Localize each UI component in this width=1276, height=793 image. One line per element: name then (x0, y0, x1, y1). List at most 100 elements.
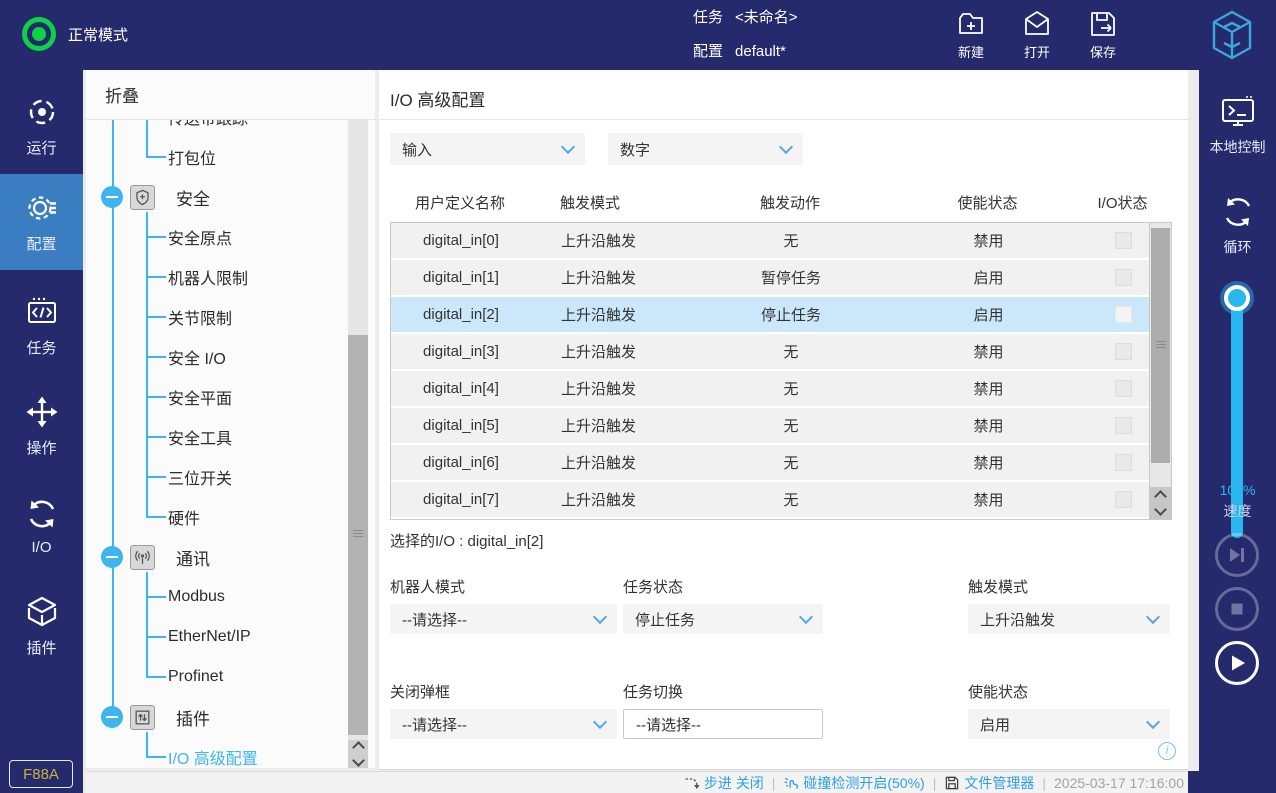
table-scrollbar-thumb[interactable] (1151, 228, 1170, 463)
enable-state-select[interactable]: 启用 (968, 709, 1170, 739)
tree-item[interactable]: 安全 I/O (86, 337, 341, 377)
config-gear-icon (24, 190, 60, 226)
tree-group-item[interactable]: 插件 (86, 697, 341, 737)
collapse-minus-icon[interactable] (101, 706, 123, 728)
speed-slider-handle[interactable] (1224, 285, 1250, 311)
panel-gap (1188, 70, 1199, 771)
table-row[interactable]: digital_in[6]上升沿触发无禁用 (391, 445, 1151, 482)
tree-group-item[interactable]: 安全 (86, 177, 341, 217)
robot-mode-select[interactable]: --请选择-- (390, 604, 617, 634)
brand-logo-icon (1204, 7, 1260, 63)
nav-plugin-label: 插件 (26, 637, 56, 658)
stop-button[interactable] (1215, 587, 1259, 631)
info-icon[interactable]: i (1158, 742, 1176, 760)
cell-io-name: digital_in[7] (391, 491, 531, 508)
tree-item-label: Profinet (168, 668, 223, 686)
table-row[interactable]: digital_in[0]上升沿触发无禁用 (391, 223, 1151, 260)
tree-item[interactable]: 安全平面 (86, 377, 341, 417)
task-state-select[interactable]: 停止任务 (623, 604, 823, 634)
io-state-checkbox[interactable] (1115, 306, 1132, 323)
tree-item[interactable]: 硬件 (86, 497, 341, 537)
nav-task[interactable]: 任务 (0, 278, 83, 374)
tree-group-item[interactable]: 通讯 (86, 537, 341, 577)
tree-item-label: 安全平面 (168, 385, 232, 409)
left-nav-rail: 运行 配置 任务 操作 (0, 70, 83, 793)
collapse-minus-icon[interactable] (101, 546, 123, 568)
table-row[interactable]: digital_in[5]上升沿触发无禁用 (391, 408, 1151, 445)
cell-io-name: digital_in[4] (391, 380, 531, 397)
io-type-value: 数字 (620, 139, 650, 160)
io-state-checkbox[interactable] (1115, 380, 1132, 397)
play-button[interactable] (1215, 641, 1259, 685)
tree-collapse-header[interactable]: 折叠 (86, 70, 375, 120)
scroll-up-icon[interactable] (352, 741, 365, 754)
stop-icon (1226, 598, 1248, 620)
tree-item-label: 安全 (176, 185, 210, 210)
nav-config[interactable]: 配置 (0, 174, 83, 270)
task-code-icon (24, 294, 60, 330)
cell-enable-state: 禁用 (881, 230, 1096, 251)
tree-item[interactable]: 打包位 (86, 137, 341, 177)
scroll-down-icon[interactable] (1154, 503, 1167, 516)
table-row[interactable]: digital_in[1]上升沿触发暂停任务启用 (391, 260, 1151, 297)
nav-io-label: I/O (31, 539, 51, 556)
table-row[interactable]: digital_in[8]上升沿触发无禁用 (391, 519, 1151, 520)
task-switch-label: 任务切换 (623, 681, 683, 702)
chevron-down-icon (799, 610, 813, 624)
cell-trigger-action: 停止任务 (701, 304, 881, 325)
tree-item[interactable]: Profinet (86, 657, 341, 697)
loop-button[interactable]: 循环 (1199, 194, 1276, 257)
tree-scrollbar[interactable] (348, 120, 368, 768)
step-forward-button[interactable] (1215, 533, 1259, 577)
tree-scroll-arrows[interactable] (348, 740, 368, 768)
tree-scrollbar-thumb[interactable] (348, 335, 368, 735)
tree-item[interactable]: 关节限制 (86, 297, 341, 337)
open-button[interactable]: 打开 (1022, 9, 1052, 61)
table-row[interactable]: digital_in[7]上升沿触发无禁用 (391, 482, 1151, 519)
io-state-checkbox[interactable] (1115, 232, 1132, 249)
nav-operate[interactable]: 操作 (0, 378, 83, 474)
trigger-mode-select[interactable]: 上升沿触发 (968, 604, 1170, 634)
tree-item[interactable]: 三位开关 (86, 457, 341, 497)
close-popup-select[interactable]: --请选择-- (390, 709, 617, 739)
step-mode-status[interactable]: 步进 关闭 (684, 773, 764, 793)
tree-item[interactable]: I/O 高级配置 (86, 737, 341, 768)
io-state-checkbox[interactable] (1115, 269, 1132, 286)
scroll-up-icon[interactable] (1154, 490, 1167, 503)
io-type-select[interactable]: 数字 (608, 133, 803, 165)
cell-trigger-action: 无 (701, 341, 881, 362)
file-manager-link[interactable]: 文件管理器 (944, 773, 1034, 793)
device-badge[interactable]: F88A (9, 760, 73, 788)
io-state-checkbox[interactable] (1115, 343, 1132, 360)
new-button[interactable]: 新建 (956, 9, 986, 61)
robot-mode-indicator[interactable]: 正常模式 (22, 17, 128, 51)
table-scrollbar[interactable] (1149, 223, 1171, 519)
local-control-button[interactable]: 本地控制 (1199, 94, 1276, 157)
nav-io[interactable]: I/O (0, 478, 83, 574)
tree-item[interactable]: 安全原点 (86, 217, 341, 257)
collision-detect-status[interactable]: 碰撞检测开启(50%) (783, 773, 924, 793)
nav-plugin[interactable]: 插件 (0, 578, 83, 674)
io-state-checkbox[interactable] (1115, 491, 1132, 508)
io-state-checkbox[interactable] (1115, 454, 1132, 471)
file-manager-label: 文件管理器 (964, 773, 1034, 793)
task-switch-field[interactable]: --请选择-- (623, 709, 823, 739)
tree-item[interactable]: 安全工具 (86, 417, 341, 457)
table-row[interactable]: digital_in[3]上升沿触发无禁用 (391, 334, 1151, 371)
tree-item[interactable]: 传送带跟踪 (86, 120, 341, 137)
tree-item[interactable]: EtherNet/IP (86, 617, 341, 657)
tree-item[interactable]: Modbus (86, 577, 341, 617)
tree-item-label: 打包位 (168, 145, 216, 169)
table-row[interactable]: digital_in[4]上升沿触发无禁用 (391, 371, 1151, 408)
io-state-checkbox[interactable] (1115, 417, 1132, 434)
cell-io-state (1096, 232, 1151, 249)
scroll-down-icon[interactable] (352, 754, 365, 767)
io-direction-select[interactable]: 输入 (390, 133, 585, 165)
status-separator: | (772, 775, 776, 791)
collapse-minus-icon[interactable] (101, 186, 123, 208)
table-row[interactable]: digital_in[2]上升沿触发停止任务启用 (391, 297, 1151, 334)
tree-item[interactable]: 机器人限制 (86, 257, 341, 297)
save-button[interactable]: 保存 (1088, 9, 1118, 61)
table-scroll-arrows[interactable] (1150, 487, 1171, 519)
nav-run[interactable]: 运行 (0, 78, 83, 174)
